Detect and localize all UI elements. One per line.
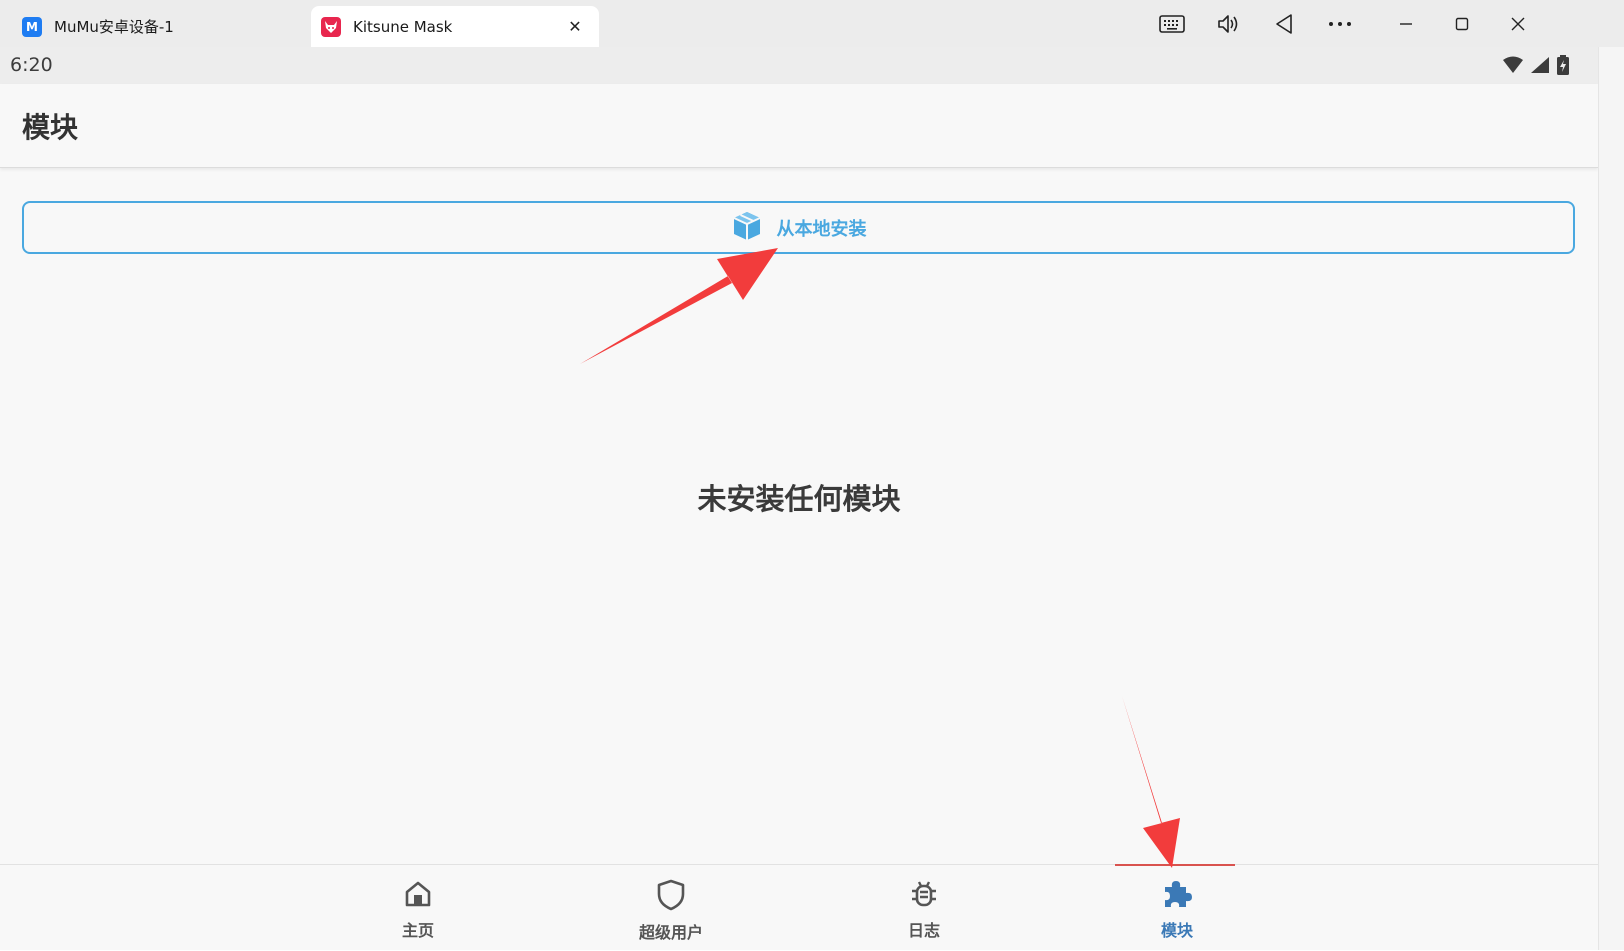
- tab-close-icon[interactable]: ✕: [563, 14, 587, 38]
- home-icon: [403, 879, 433, 913]
- shield-icon: [656, 879, 686, 915]
- nav-label-modules: 模块: [1160, 921, 1193, 940]
- tab-kitsune-mask[interactable]: Kitsune Mask ✕: [311, 6, 599, 47]
- more-icon[interactable]: [1322, 9, 1358, 39]
- app-bar: 模块: [0, 84, 1598, 168]
- kitsune-fox-icon: [321, 16, 341, 37]
- package-icon: [731, 210, 763, 246]
- empty-state-message: 未安装任何模块: [697, 482, 901, 516]
- android-status-bar: 6:20: [0, 47, 1598, 84]
- install-button-label: 从本地安装: [776, 218, 867, 240]
- nav-label-superuser: 超级用户: [638, 923, 703, 942]
- install-from-storage-button[interactable]: 从本地安装: [22, 201, 1575, 254]
- close-icon[interactable]: [1500, 9, 1536, 39]
- status-clock: 6:20: [10, 54, 53, 76]
- bug-icon: [909, 879, 939, 913]
- tab-mumu-device[interactable]: M MuMu安卓设备-1: [12, 6, 302, 47]
- back-icon[interactable]: [1266, 9, 1302, 39]
- nav-item-superuser[interactable]: 超级用户: [591, 865, 751, 951]
- bottom-navigation: 主页 超级用户 日志 模块: [0, 864, 1598, 950]
- status-icons: [1502, 55, 1570, 79]
- nav-item-home[interactable]: 主页: [338, 865, 498, 951]
- side-panel-edge: [1598, 47, 1624, 950]
- tab-label: Kitsune Mask: [353, 17, 453, 36]
- maximize-icon[interactable]: [1444, 9, 1480, 39]
- emulator-window: M MuMu安卓设备-1 Kitsune Mask ✕ 6:20 模块 从本地安…: [0, 0, 1624, 950]
- minimize-icon[interactable]: [1388, 9, 1424, 39]
- wifi-icon: [1502, 56, 1524, 78]
- keyboard-icon[interactable]: [1154, 9, 1190, 39]
- magisk-app: 模块 从本地安装 未安装任何模块 主页 超级用户 日志 模块: [0, 84, 1598, 950]
- active-tab-indicator: [1115, 864, 1235, 866]
- title-bar: M MuMu安卓设备-1 Kitsune Mask ✕: [0, 0, 1624, 47]
- nav-item-modules[interactable]: 模块: [1097, 865, 1257, 951]
- mumu-icon: M: [22, 16, 42, 37]
- volume-icon[interactable]: [1210, 9, 1246, 39]
- puzzle-icon: [1161, 879, 1193, 913]
- page-title: 模块: [22, 111, 79, 144]
- nav-item-log[interactable]: 日志: [844, 865, 1004, 951]
- tab-label: MuMu安卓设备-1: [54, 18, 174, 36]
- nav-label-log: 日志: [907, 921, 940, 940]
- signal-icon: [1530, 56, 1550, 78]
- battery-icon: [1556, 55, 1570, 79]
- nav-label-home: 主页: [401, 921, 434, 940]
